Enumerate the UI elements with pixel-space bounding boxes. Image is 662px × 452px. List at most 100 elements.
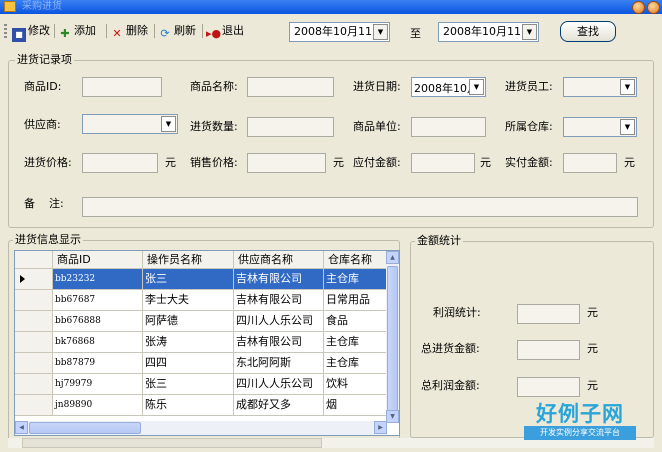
- minimize-button[interactable]: [632, 1, 645, 14]
- cell-product-id[interactable]: hj79979: [53, 374, 143, 395]
- grid-horizontal-scrollbar[interactable]: ◀ ▶: [15, 421, 387, 435]
- close-button[interactable]: [647, 1, 660, 14]
- cell-product-id[interactable]: bb87879: [53, 353, 143, 374]
- cell-product-id[interactable]: bb23232: [53, 269, 143, 290]
- add-button[interactable]: ✚ 添加: [58, 22, 96, 40]
- date-to-picker[interactable]: 2008年10月11日 ▼: [438, 22, 539, 42]
- product-id-field[interactable]: [82, 77, 162, 97]
- cell-supplier[interactable]: 成都好又多: [234, 395, 324, 416]
- purchase-date-picker[interactable]: 2008年10月 ▼: [411, 77, 486, 97]
- cell-supplier[interactable]: 东北阿阿斯: [234, 353, 324, 374]
- total-profit-field[interactable]: [517, 377, 580, 397]
- staff-select[interactable]: ▼: [563, 77, 637, 97]
- chevron-down-icon[interactable]: ▼: [620, 119, 635, 135]
- table-row[interactable]: bb87879 四四 东北阿阿斯 主仓库: [15, 353, 387, 374]
- date-from-picker[interactable]: 2008年10月11日 ▼: [289, 22, 390, 42]
- column-header[interactable]: 操作员名称: [143, 251, 234, 269]
- table-row[interactable]: hj79979 张三 四川人人乐公司 饮料: [15, 374, 387, 395]
- cell-product-id[interactable]: jn89890: [53, 395, 143, 416]
- cell-product-id[interactable]: bb67687: [53, 290, 143, 311]
- find-button[interactable]: 查找: [560, 21, 616, 42]
- column-header[interactable]: 供应商名称: [234, 251, 324, 269]
- toolbar-separator: [154, 24, 155, 38]
- row-header[interactable]: [15, 395, 53, 416]
- toolbar-grip[interactable]: [4, 24, 7, 38]
- cell-operator[interactable]: 张涛: [143, 332, 234, 353]
- cell-warehouse[interactable]: 日常用品: [324, 290, 387, 311]
- quantity-field[interactable]: [247, 117, 334, 137]
- current-row-arrow-icon: [20, 275, 25, 283]
- table-row[interactable]: bb23232 张三 吉林有限公司 主仓库: [15, 269, 387, 290]
- column-header[interactable]: 商品ID: [53, 251, 143, 269]
- row-header[interactable]: [15, 269, 53, 290]
- column-header[interactable]: 仓库名称: [324, 251, 387, 269]
- cell-supplier[interactable]: 吉林有限公司: [234, 332, 324, 353]
- toolbar-separator: [54, 24, 55, 38]
- exit-button[interactable]: ▸●退出: [206, 22, 244, 40]
- cell-warehouse[interactable]: 主仓库: [324, 353, 387, 374]
- refresh-button[interactable]: ⟳ 刷新: [158, 22, 196, 40]
- chevron-down-icon[interactable]: ▼: [522, 24, 537, 40]
- cell-operator[interactable]: 阿萨德: [143, 311, 234, 332]
- chevron-down-icon[interactable]: ▼: [161, 116, 176, 132]
- row-header[interactable]: [15, 374, 53, 395]
- row-header[interactable]: [15, 311, 53, 332]
- remark-field[interactable]: [82, 197, 638, 217]
- cell-operator[interactable]: 陈乐: [143, 395, 234, 416]
- cell-warehouse[interactable]: 主仓库: [324, 332, 387, 353]
- row-header[interactable]: [15, 353, 53, 374]
- table-row[interactable]: bk76868 张涛 吉林有限公司 主仓库: [15, 332, 387, 353]
- cell-supplier[interactable]: 四川人人乐公司: [234, 311, 324, 332]
- scroll-right-icon[interactable]: ▶: [374, 421, 387, 434]
- row-header[interactable]: [15, 290, 53, 311]
- table-row[interactable]: jn89890 陈乐 成都好又多 烟: [15, 395, 387, 416]
- scroll-up-icon[interactable]: ▲: [386, 251, 399, 264]
- horizontal-scroll-thumb[interactable]: [29, 422, 141, 434]
- warehouse-select[interactable]: ▼: [563, 117, 637, 137]
- grid-vertical-scrollbar[interactable]: ▲ ▼: [386, 251, 399, 423]
- cell-warehouse[interactable]: 食品: [324, 311, 387, 332]
- scroll-down-icon[interactable]: ▼: [386, 410, 399, 423]
- delete-button[interactable]: ✕ 删除: [110, 22, 148, 40]
- table-row[interactable]: bb67687 李士大夫 吉林有限公司 日常用品: [15, 290, 387, 311]
- cell-operator[interactable]: 张三: [143, 374, 234, 395]
- scroll-left-icon[interactable]: ◀: [15, 421, 28, 434]
- staff-label: 进货员工:: [505, 80, 553, 93]
- chevron-down-icon[interactable]: ▼: [469, 79, 484, 95]
- cell-product-id[interactable]: bk76868: [53, 332, 143, 353]
- edit-button[interactable]: ■ 修改: [12, 22, 50, 42]
- cell-product-id[interactable]: bb676888: [53, 311, 143, 332]
- chevron-down-icon[interactable]: ▼: [620, 79, 635, 95]
- product-name-field[interactable]: [247, 77, 334, 97]
- purchase-grid[interactable]: 商品ID 操作员名称 供应商名称 仓库名称 bb23232 张三 吉林有限公司 …: [14, 250, 400, 436]
- cell-supplier[interactable]: 吉林有限公司: [234, 269, 324, 290]
- payable-field[interactable]: [411, 153, 475, 173]
- chevron-down-icon[interactable]: ▼: [373, 24, 388, 40]
- cell-supplier[interactable]: 吉林有限公司: [234, 290, 324, 311]
- cell-warehouse[interactable]: 主仓库: [324, 269, 387, 290]
- cell-warehouse[interactable]: 烟: [324, 395, 387, 416]
- cell-operator[interactable]: 张三: [143, 269, 234, 290]
- table-row[interactable]: bb676888 阿萨德 四川人人乐公司 食品: [15, 311, 387, 332]
- watermark-subtitle: 开发实例分享交流平台: [524, 426, 636, 440]
- row-header[interactable]: [15, 332, 53, 353]
- paid-field[interactable]: [563, 153, 617, 173]
- profit-field[interactable]: [517, 304, 580, 324]
- cell-warehouse[interactable]: 饮料: [324, 374, 387, 395]
- purchase-price-unit: 元: [165, 156, 176, 169]
- warehouse-label: 所属仓库:: [505, 120, 553, 133]
- vertical-scroll-thumb[interactable]: [387, 266, 398, 411]
- cell-supplier[interactable]: 四川人人乐公司: [234, 374, 324, 395]
- cell-operator[interactable]: 四四: [143, 353, 234, 374]
- date-to-value: 2008年10月11日: [443, 25, 532, 38]
- purchase-price-label: 进货价格:: [24, 156, 72, 169]
- list-group-title: 进货信息显示: [13, 233, 83, 247]
- cell-operator[interactable]: 李士大夫: [143, 290, 234, 311]
- supplier-select[interactable]: ▼: [82, 114, 178, 134]
- total-purchase-field[interactable]: [517, 340, 580, 360]
- unit-field[interactable]: [411, 117, 486, 137]
- form-scroll-thumb[interactable]: [22, 438, 322, 448]
- remark-label: 备 注:: [24, 197, 64, 210]
- sale-price-field[interactable]: [247, 153, 326, 173]
- purchase-price-field[interactable]: [82, 153, 158, 173]
